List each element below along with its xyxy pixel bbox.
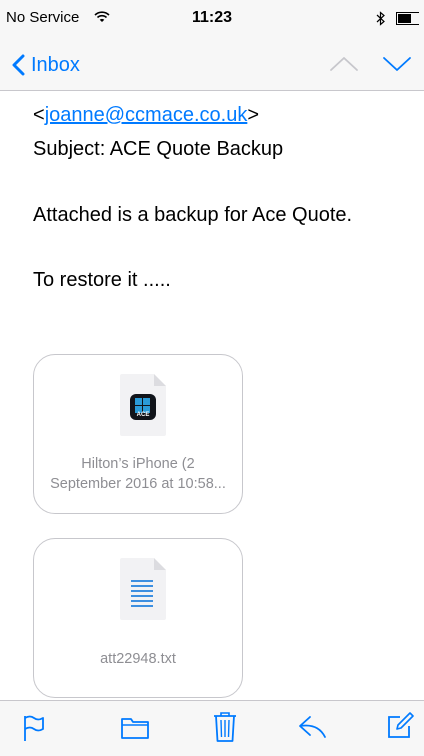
bluetooth-icon: [376, 11, 385, 26]
body-line: To restore it .....: [33, 269, 171, 291]
battery-icon: [396, 12, 419, 25]
bottom-toolbar: [0, 700, 424, 756]
flag-icon[interactable]: [22, 714, 46, 742]
folder-icon[interactable]: [120, 714, 150, 740]
attachment-label: September 2016 at 10:58...: [50, 476, 226, 492]
compose-icon[interactable]: [386, 712, 414, 740]
status-time: 11:23: [191, 9, 233, 26]
previous-message-icon[interactable]: [329, 55, 359, 73]
reply-icon[interactable]: [298, 715, 328, 739]
next-message-icon[interactable]: [382, 55, 412, 73]
ace-app-icon: ACE: [130, 394, 156, 420]
trash-icon[interactable]: [213, 711, 237, 743]
attachment-label: Hilton’s iPhone (2: [81, 456, 195, 472]
sender-suffix: >: [247, 104, 260, 126]
text-file-icon: [120, 558, 166, 620]
body-line: Attached is a backup for Ace Quote.: [33, 204, 353, 226]
nav-bar: Inbox: [0, 40, 424, 91]
status-bar: No Service 11:23: [0, 0, 424, 40]
sender-line: <joanne@ccmace.co.uk>: [33, 104, 259, 127]
attachment-label: att22948.txt: [100, 651, 176, 667]
document-icon: ACE: [120, 374, 166, 436]
chevron-left-icon: [12, 54, 25, 76]
back-button[interactable]: Inbox: [12, 52, 80, 78]
subject-line: Subject: ACE Quote Backup: [33, 138, 284, 160]
back-label: Inbox: [31, 53, 80, 76]
attachment-backup[interactable]: ACE Hilton’s iPhone (2 September 2016 at…: [33, 354, 243, 514]
message-content: <joanne@ccmace.co.uk> Subject: ACE Quote…: [0, 91, 424, 700]
sender-email-link[interactable]: joanne@ccmace.co.uk: [45, 104, 248, 126]
sender-prefix: <: [33, 104, 45, 126]
attachment-txt[interactable]: att22948.txt: [33, 538, 243, 698]
